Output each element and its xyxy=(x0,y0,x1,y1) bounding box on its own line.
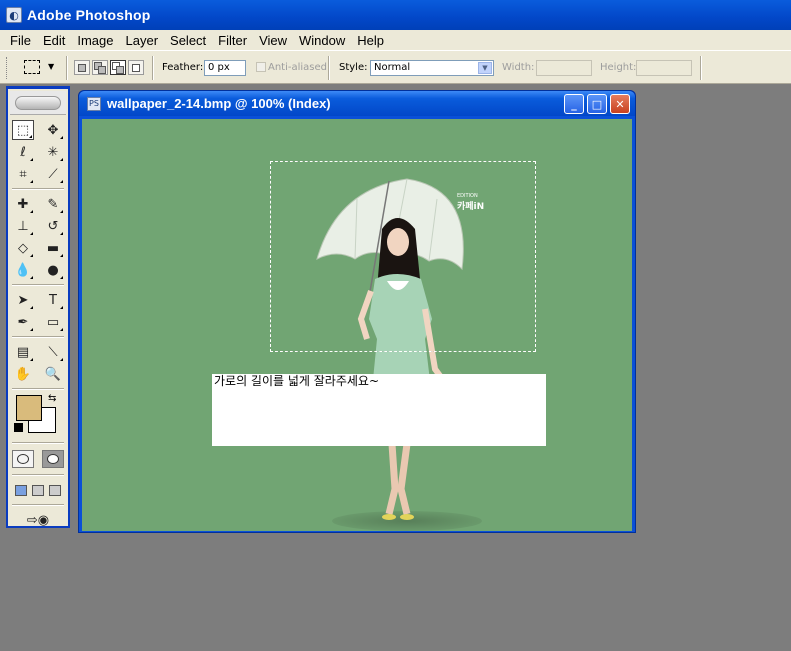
default-colors-icon[interactable] xyxy=(14,423,23,432)
menu-view[interactable]: View xyxy=(253,33,293,48)
annotation-box: 가로의 길이를 넓게 잘라주세요~ xyxy=(212,374,546,446)
move-icon[interactable]: ✥ xyxy=(42,120,64,140)
app-title-bar: ◐ Adobe Photoshop xyxy=(0,0,791,30)
options-bar-grip[interactable] xyxy=(6,57,9,79)
feather-logo-icon xyxy=(15,95,61,110)
menu-filter[interactable]: Filter xyxy=(212,33,253,48)
style-select-value: Normal xyxy=(374,62,411,73)
document-icon: PS xyxy=(87,96,101,111)
image-canvas[interactable]: EDITION 카페iN 가로의 길이를 넓게 잘라주세요~ xyxy=(82,119,632,531)
dodge-icon[interactable]: ● xyxy=(42,260,64,280)
swap-colors-icon[interactable]: ⇆ xyxy=(48,393,56,404)
menu-layer[interactable]: Layer xyxy=(120,33,165,48)
width-label: Width: xyxy=(502,62,535,73)
path-selection-icon[interactable]: ➤ xyxy=(12,290,34,310)
options-bar: ▼ Feather: 0 px Anti-aliased Style: Norm… xyxy=(0,50,791,84)
gradient-icon[interactable]: ▬ xyxy=(42,238,64,258)
minimize-button[interactable]: _ xyxy=(564,94,584,114)
clone-stamp-icon[interactable]: ⊥ xyxy=(12,216,34,236)
height-label: Height: xyxy=(600,62,637,73)
document-title: wallpaper_2-14.bmp @ 100% (Index) xyxy=(107,96,331,111)
menu-bar: File Edit Image Layer Select Filter View… xyxy=(0,30,791,50)
standard-screen-mode-button[interactable] xyxy=(14,484,27,496)
new-selection-button[interactable] xyxy=(74,60,90,75)
annotation-text: 가로의 길이를 넓게 잘라주세요~ xyxy=(214,374,380,388)
style-select[interactable]: Normal ▼ xyxy=(370,60,494,76)
slice-icon[interactable]: ⟋ xyxy=(42,164,64,184)
anti-aliased-checkbox xyxy=(256,62,266,72)
menu-image[interactable]: Image xyxy=(71,33,119,48)
eraser-icon[interactable]: ◇ xyxy=(12,238,34,258)
menu-help[interactable]: Help xyxy=(351,33,390,48)
magic-wand-icon[interactable]: ✳ xyxy=(42,142,64,162)
feather-label: Feather: xyxy=(162,62,204,73)
shape-icon[interactable]: ▭ xyxy=(42,312,64,332)
subtract-selection-button[interactable] xyxy=(110,60,126,75)
feather-input[interactable]: 0 px xyxy=(204,60,246,76)
full-screen-mode-button[interactable] xyxy=(49,484,62,496)
full-screen-menu-mode-button[interactable] xyxy=(31,484,44,496)
eyedropper-icon[interactable]: ⟍ xyxy=(42,342,64,362)
crop-icon[interactable]: ⌗ xyxy=(12,164,34,184)
close-button[interactable]: ✕ xyxy=(610,94,630,114)
hand-icon[interactable]: ✋ xyxy=(12,364,34,384)
menu-window[interactable]: Window xyxy=(293,33,351,48)
foreground-color-swatch[interactable] xyxy=(16,395,42,421)
standard-mode-button[interactable] xyxy=(12,450,34,468)
style-label: Style: xyxy=(339,62,368,73)
pen-icon[interactable]: ✒ xyxy=(12,312,34,332)
intersect-selection-button[interactable] xyxy=(128,60,144,75)
anti-aliased-label: Anti-aliased xyxy=(268,62,328,73)
menu-edit[interactable]: Edit xyxy=(37,33,71,48)
type-icon[interactable]: T xyxy=(42,290,64,310)
divider xyxy=(152,56,154,80)
toolbox-panel: ⬚ ✥ ℓ ✳ ⌗ ⟋ ✚ ✎ ⊥ ↺ ◇ ▬ 💧 ● ➤ T ✒ ▭ ▤ ⟍ … xyxy=(6,86,70,528)
divider xyxy=(66,56,68,80)
menu-file[interactable]: File xyxy=(4,33,37,48)
document-window: PS wallpaper_2-14.bmp @ 100% (Index) _ □… xyxy=(78,90,636,533)
zoom-icon[interactable]: 🔍 xyxy=(42,364,64,384)
chevron-down-icon[interactable]: ▼ xyxy=(478,62,492,74)
quick-mask-mode-button[interactable] xyxy=(42,450,64,468)
document-title-bar[interactable]: PS wallpaper_2-14.bmp @ 100% (Index) _ □… xyxy=(79,91,635,116)
menu-select[interactable]: Select xyxy=(164,33,212,48)
marquee-icon[interactable]: ⬚ xyxy=(12,120,34,140)
healing-brush-icon[interactable]: ✚ xyxy=(12,194,34,214)
width-input xyxy=(536,60,592,76)
add-selection-button[interactable] xyxy=(92,60,108,75)
toolbox-header[interactable] xyxy=(10,91,66,115)
blur-icon[interactable]: 💧 xyxy=(12,260,34,280)
maximize-button[interactable]: □ xyxy=(587,94,607,114)
tool-preset-marquee-icon[interactable] xyxy=(24,60,40,74)
marquee-selection[interactable] xyxy=(270,161,536,352)
tool-preset-arrow-icon[interactable]: ▼ xyxy=(48,62,54,71)
divider xyxy=(328,56,330,80)
app-title: Adobe Photoshop xyxy=(27,7,151,23)
notes-icon[interactable]: ▤ xyxy=(12,342,34,362)
jump-to-imageready-icon[interactable]: ⇨◉ xyxy=(18,510,58,530)
divider xyxy=(700,56,702,80)
brush-icon[interactable]: ✎ xyxy=(42,194,64,214)
photoshop-app-icon[interactable]: ◐ xyxy=(6,7,22,23)
height-input xyxy=(636,60,692,76)
lasso-icon[interactable]: ℓ xyxy=(12,142,34,162)
history-brush-icon[interactable]: ↺ xyxy=(42,216,64,236)
